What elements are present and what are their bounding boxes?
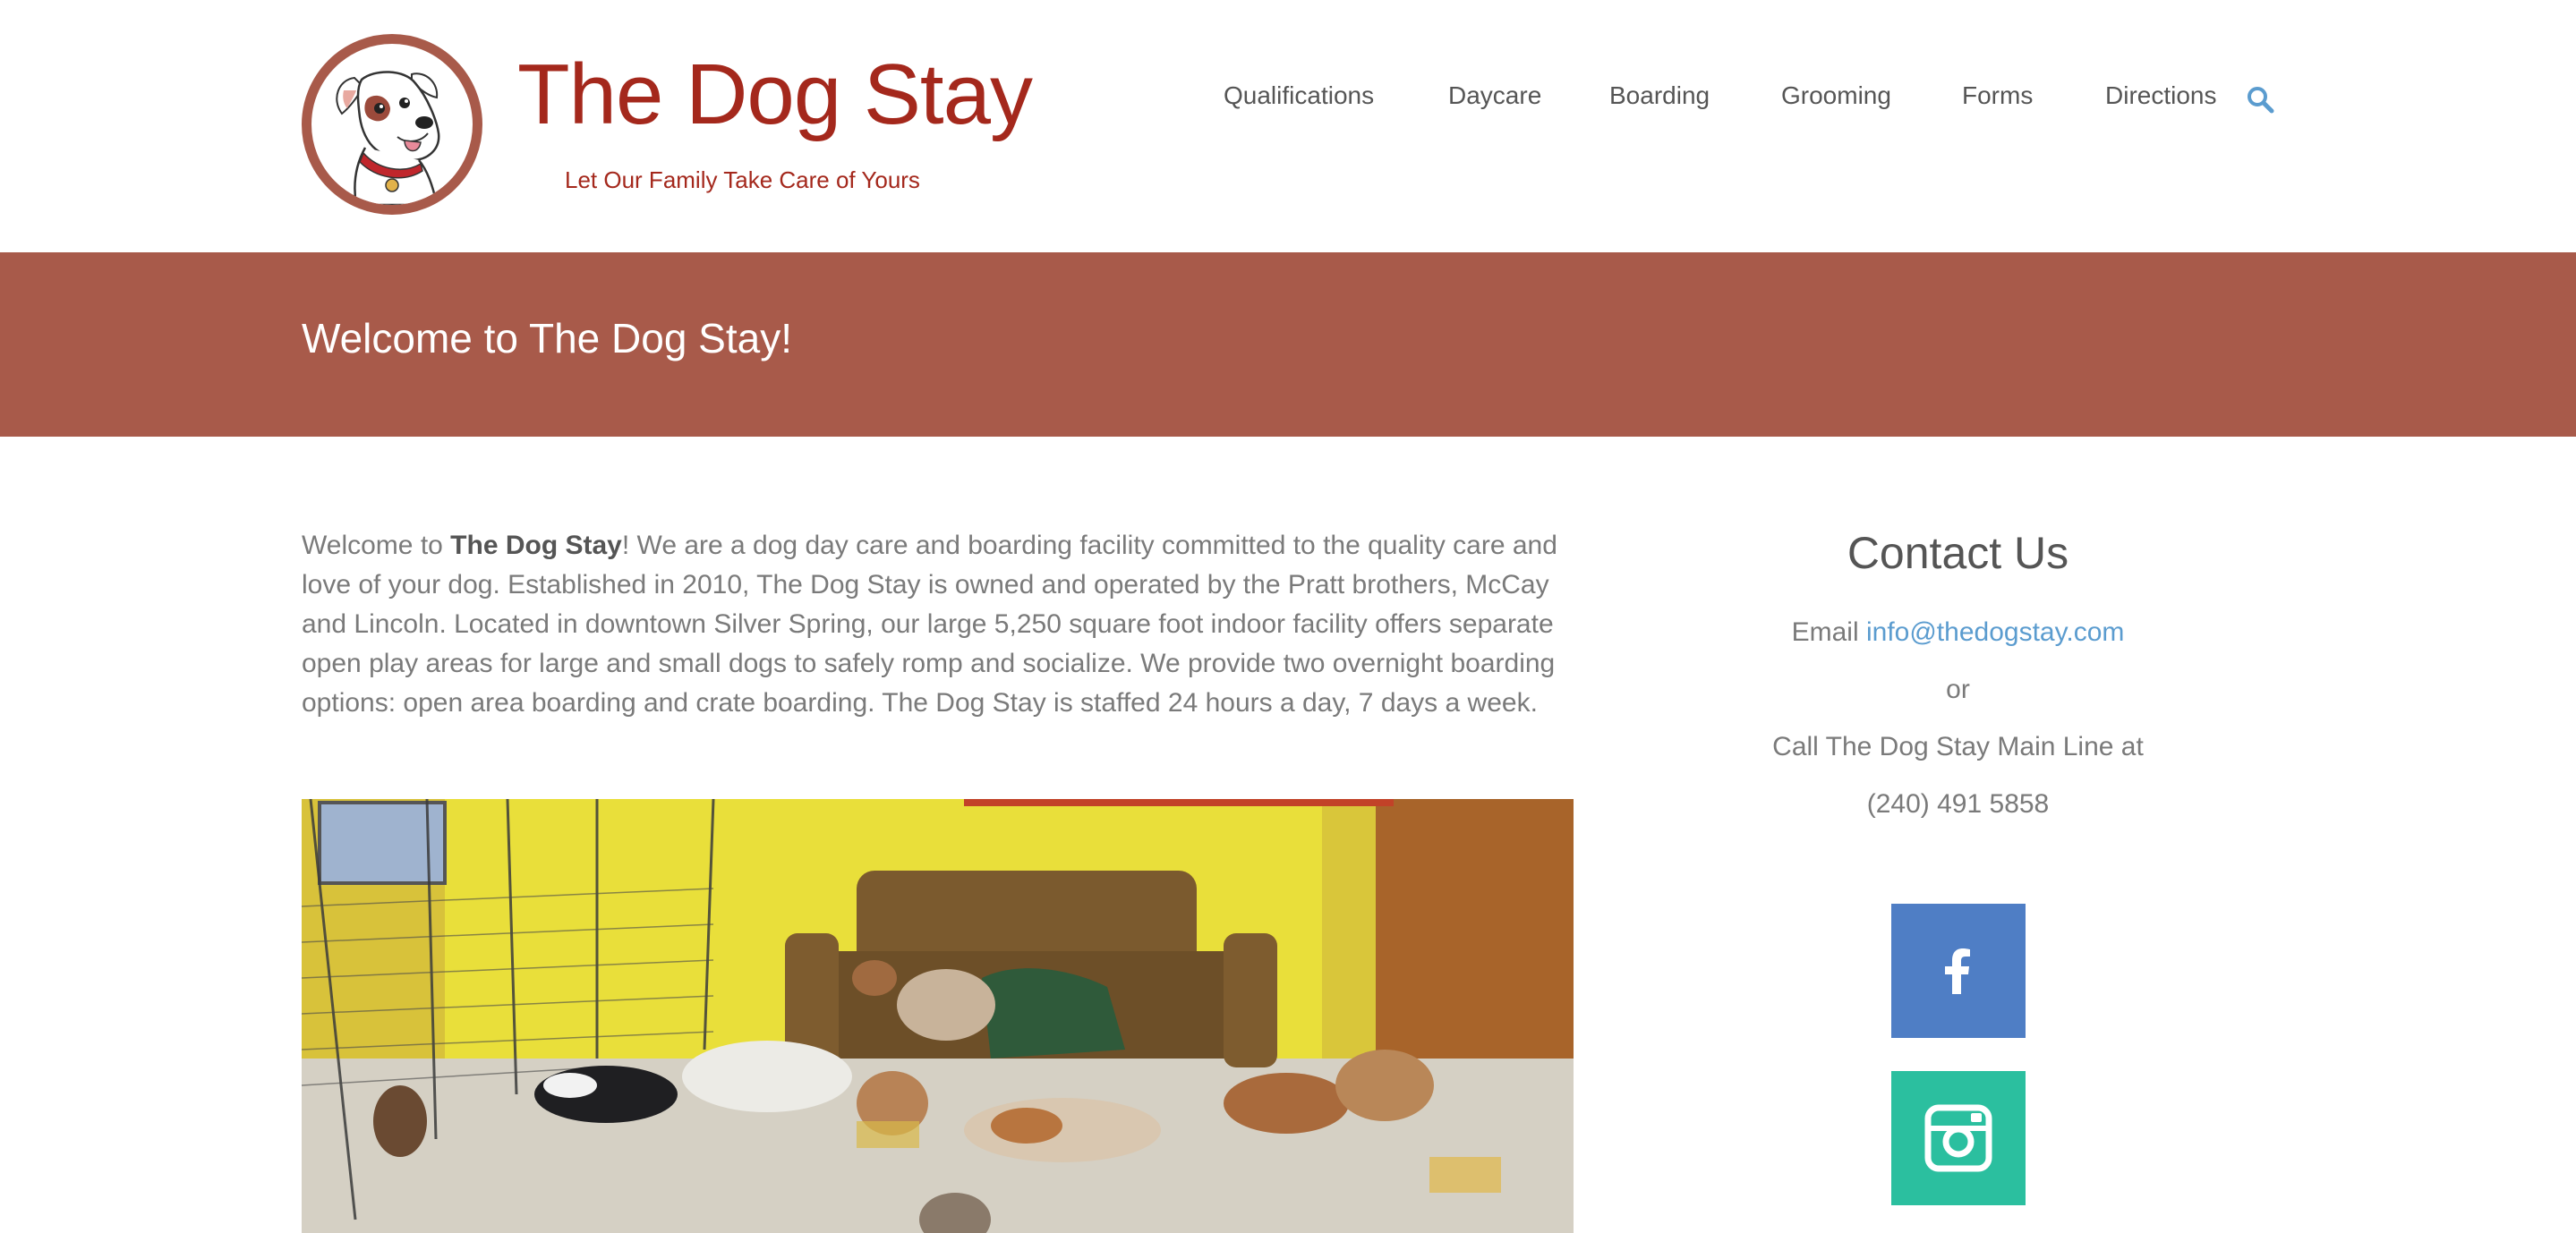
dog-logo[interactable] bbox=[302, 34, 482, 215]
dog-logo-illustration bbox=[336, 71, 440, 205]
intro-bold-name: The Dog Stay bbox=[450, 531, 622, 560]
contact-section: Contact Us Email info@thedogstay.com or … bbox=[1678, 526, 2238, 818]
site-tagline: Let Our Family Take Care of Yours bbox=[565, 166, 920, 193]
instagram-icon bbox=[1924, 1104, 1992, 1172]
contact-email-line: Email info@thedogstay.com bbox=[1678, 619, 2238, 646]
dogs-playroom-image bbox=[302, 799, 1574, 1233]
nav-item-directions[interactable]: Directions bbox=[2105, 83, 2216, 108]
nav-item-daycare[interactable]: Daycare bbox=[1448, 83, 1541, 108]
main-nav: Qualifications Daycare Boarding Grooming… bbox=[0, 83, 2576, 119]
nav-item-boarding[interactable]: Boarding bbox=[1609, 83, 1710, 108]
daycare-photo bbox=[302, 799, 1574, 1233]
facebook-icon bbox=[1945, 948, 1970, 994]
nav-item-grooming[interactable]: Grooming bbox=[1781, 83, 1891, 108]
email-prefix: Email bbox=[1791, 617, 1866, 647]
page-banner: Welcome to The Dog Stay! bbox=[0, 252, 2576, 437]
page-title: Welcome to The Dog Stay! bbox=[302, 315, 793, 361]
email-link[interactable]: info@thedogstay.com bbox=[1866, 617, 2124, 647]
contact-or: or bbox=[1946, 675, 1970, 704]
intro-paragraph: Welcome to The Dog Stay! We are a dog da… bbox=[302, 526, 1573, 723]
search-icon[interactable] bbox=[2245, 84, 2275, 115]
contact-title: Contact Us bbox=[1847, 528, 2069, 578]
contact-phone[interactable]: (240) 491 5858 bbox=[1678, 791, 2238, 818]
nav-item-qualifications[interactable]: Qualifications bbox=[1224, 83, 1374, 108]
nav-item-forms[interactable]: Forms bbox=[1962, 83, 2033, 108]
contact-call-text: Call The Dog Stay Main Line at bbox=[1772, 732, 2144, 761]
intro-prefix: Welcome to bbox=[302, 531, 451, 560]
site-header: The Dog Stay Let Our Family Take Care of… bbox=[0, 0, 2576, 252]
facebook-button[interactable] bbox=[1891, 904, 2026, 1038]
instagram-button[interactable] bbox=[1891, 1071, 2026, 1205]
